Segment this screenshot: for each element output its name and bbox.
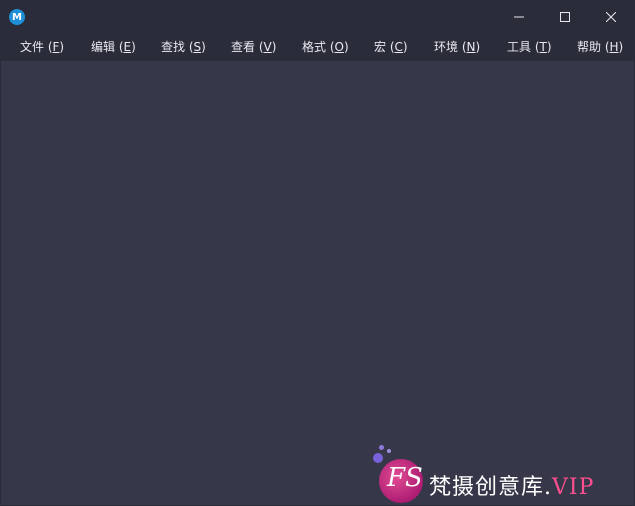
menu-bar: 文件 (F) 编辑 (E) 查找 (S) 查看 (V) 格式 (O) 宏 (C)… — [1, 33, 634, 61]
maximize-button[interactable] — [542, 1, 588, 33]
app-icon-glyph: M — [12, 11, 22, 23]
menu-accelerator: V — [263, 40, 272, 54]
menu-view[interactable]: 查看 (V) — [231, 33, 276, 61]
app-icon[interactable]: M — [9, 9, 25, 25]
menu-environment[interactable]: 环境 (N) — [434, 33, 480, 61]
menu-edit[interactable]: 编辑 (E) — [91, 33, 136, 61]
menu-label: 查看 — [231, 40, 256, 54]
watermark-vip: VIP — [552, 475, 595, 500]
menu-label: 环境 — [434, 40, 459, 54]
menu-search[interactable]: 查找 (S) — [161, 33, 206, 61]
minimize-icon — [514, 16, 524, 18]
menu-label: 工具 — [507, 40, 532, 54]
menu-label: 宏 — [374, 40, 387, 54]
watermark: FS 梵摄创意库.VIP — [373, 445, 634, 505]
editor-window: M 文件 (F) 编辑 (E) 查找 (S) 查看 (V) 格式 (O) 宏 (… — [0, 0, 635, 506]
menu-help[interactable]: 帮助 (H) — [577, 33, 623, 61]
watermark-brand: 梵摄创意库. — [429, 475, 552, 500]
watermark-logo: FS — [387, 463, 423, 493]
menu-accelerator: O — [334, 40, 344, 54]
menu-accelerator: C — [394, 40, 403, 54]
window-controls — [496, 1, 634, 33]
menu-label: 帮助 — [577, 40, 602, 54]
menu-accelerator: T — [539, 40, 547, 54]
menu-accelerator: F — [52, 40, 60, 54]
title-bar[interactable]: M — [1, 1, 634, 33]
maximize-icon — [560, 12, 570, 22]
close-icon — [606, 12, 616, 22]
menu-format[interactable]: 格式 (O) — [302, 33, 349, 61]
menu-label: 格式 — [302, 40, 327, 54]
watermark-dot — [379, 445, 384, 450]
watermark-dot — [387, 449, 391, 453]
menu-macro[interactable]: 宏 (C) — [374, 33, 408, 61]
close-button[interactable] — [588, 1, 634, 33]
menu-accelerator: H — [609, 40, 619, 54]
menu-accelerator: E — [123, 40, 132, 54]
menu-file[interactable]: 文件 (F) — [20, 33, 64, 61]
watermark-dot — [373, 453, 383, 463]
menu-label: 文件 — [20, 40, 45, 54]
menu-accelerator: S — [193, 40, 202, 54]
menu-label: 编辑 — [91, 40, 116, 54]
menu-label: 查找 — [161, 40, 186, 54]
editor-area[interactable] — [1, 61, 634, 505]
watermark-text: 梵摄创意库.VIP — [429, 469, 594, 501]
minimize-button[interactable] — [496, 1, 542, 33]
menu-accelerator: N — [466, 40, 476, 54]
menu-tools[interactable]: 工具 (T) — [507, 33, 552, 61]
